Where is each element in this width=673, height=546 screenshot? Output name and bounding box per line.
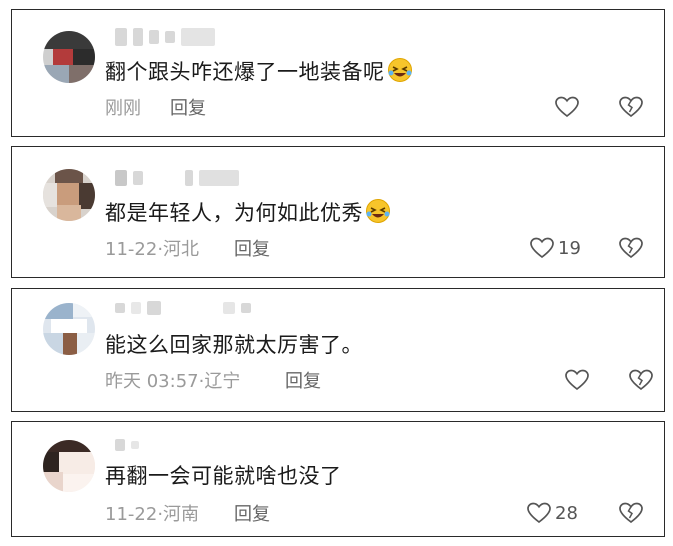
comment-card: 再翻一会可能就啥也没了 11-22·河南 回复 28 [11, 421, 665, 537]
comment-time: 昨天 03:57 [105, 371, 199, 392]
like-count: 28 [555, 502, 578, 524]
comment-time: 刚刚 [105, 98, 141, 119]
heart-outline-icon [555, 96, 579, 118]
broken-heart-icon[interactable] [618, 500, 644, 526]
heart-outline-icon [565, 369, 589, 391]
avatar[interactable] [43, 303, 95, 355]
avatar[interactable] [43, 169, 95, 221]
comment-meta: 11-22·河北 [105, 235, 199, 261]
rofl-emoji-icon [366, 199, 390, 223]
username-blurred[interactable] [115, 28, 215, 46]
reply-button[interactable]: 回复 [285, 367, 321, 393]
broken-heart-icon[interactable] [618, 94, 644, 120]
comment-time: 11-22 [105, 504, 158, 525]
like-button[interactable] [565, 367, 593, 393]
comment-text: 能这么回家那就太厉害了。 [105, 333, 363, 357]
like-button[interactable]: 28 [527, 500, 578, 526]
heart-outline-icon [527, 502, 551, 524]
reply-button[interactable]: 回复 [170, 94, 206, 120]
comment-meta: 11-22·河南 [105, 500, 199, 526]
username-blurred[interactable] [115, 299, 251, 317]
broken-heart-icon[interactable] [628, 367, 654, 393]
like-button[interactable]: 19 [530, 235, 581, 261]
comment-card: 翻个跟头咋还爆了一地装备呢 刚刚 回复 [11, 9, 665, 137]
comment-location: 河南 [163, 504, 200, 525]
comment-text: 都是年轻人，为何如此优秀 [105, 197, 391, 227]
username-blurred[interactable] [115, 436, 139, 454]
reply-button[interactable]: 回复 [234, 235, 270, 261]
broken-heart-icon[interactable] [618, 235, 644, 261]
comment-card: 都是年轻人，为何如此优秀 11-22·河北 回复 19 [11, 146, 665, 278]
comment-text: 再翻一会可能就啥也没了 [105, 464, 342, 488]
like-count: 19 [558, 237, 581, 259]
comment-location: 辽宁 [204, 371, 241, 392]
comment-text: 翻个跟头咋还爆了一地装备呢 [105, 56, 413, 86]
like-button[interactable] [555, 94, 583, 120]
comment-meta: 昨天 03:57·辽宁 [105, 367, 240, 393]
comment-time: 11-22 [105, 239, 158, 260]
reply-button[interactable]: 回复 [234, 500, 270, 526]
avatar[interactable] [43, 31, 95, 83]
comment-card: 能这么回家那就太厉害了。 昨天 03:57·辽宁 回复 [11, 288, 665, 412]
comment-location: 河北 [163, 239, 200, 260]
heart-outline-icon [530, 237, 554, 259]
avatar[interactable] [43, 440, 95, 492]
username-blurred[interactable] [115, 169, 239, 187]
rofl-emoji-icon [387, 58, 412, 82]
comment-meta: 刚刚 [105, 94, 141, 120]
